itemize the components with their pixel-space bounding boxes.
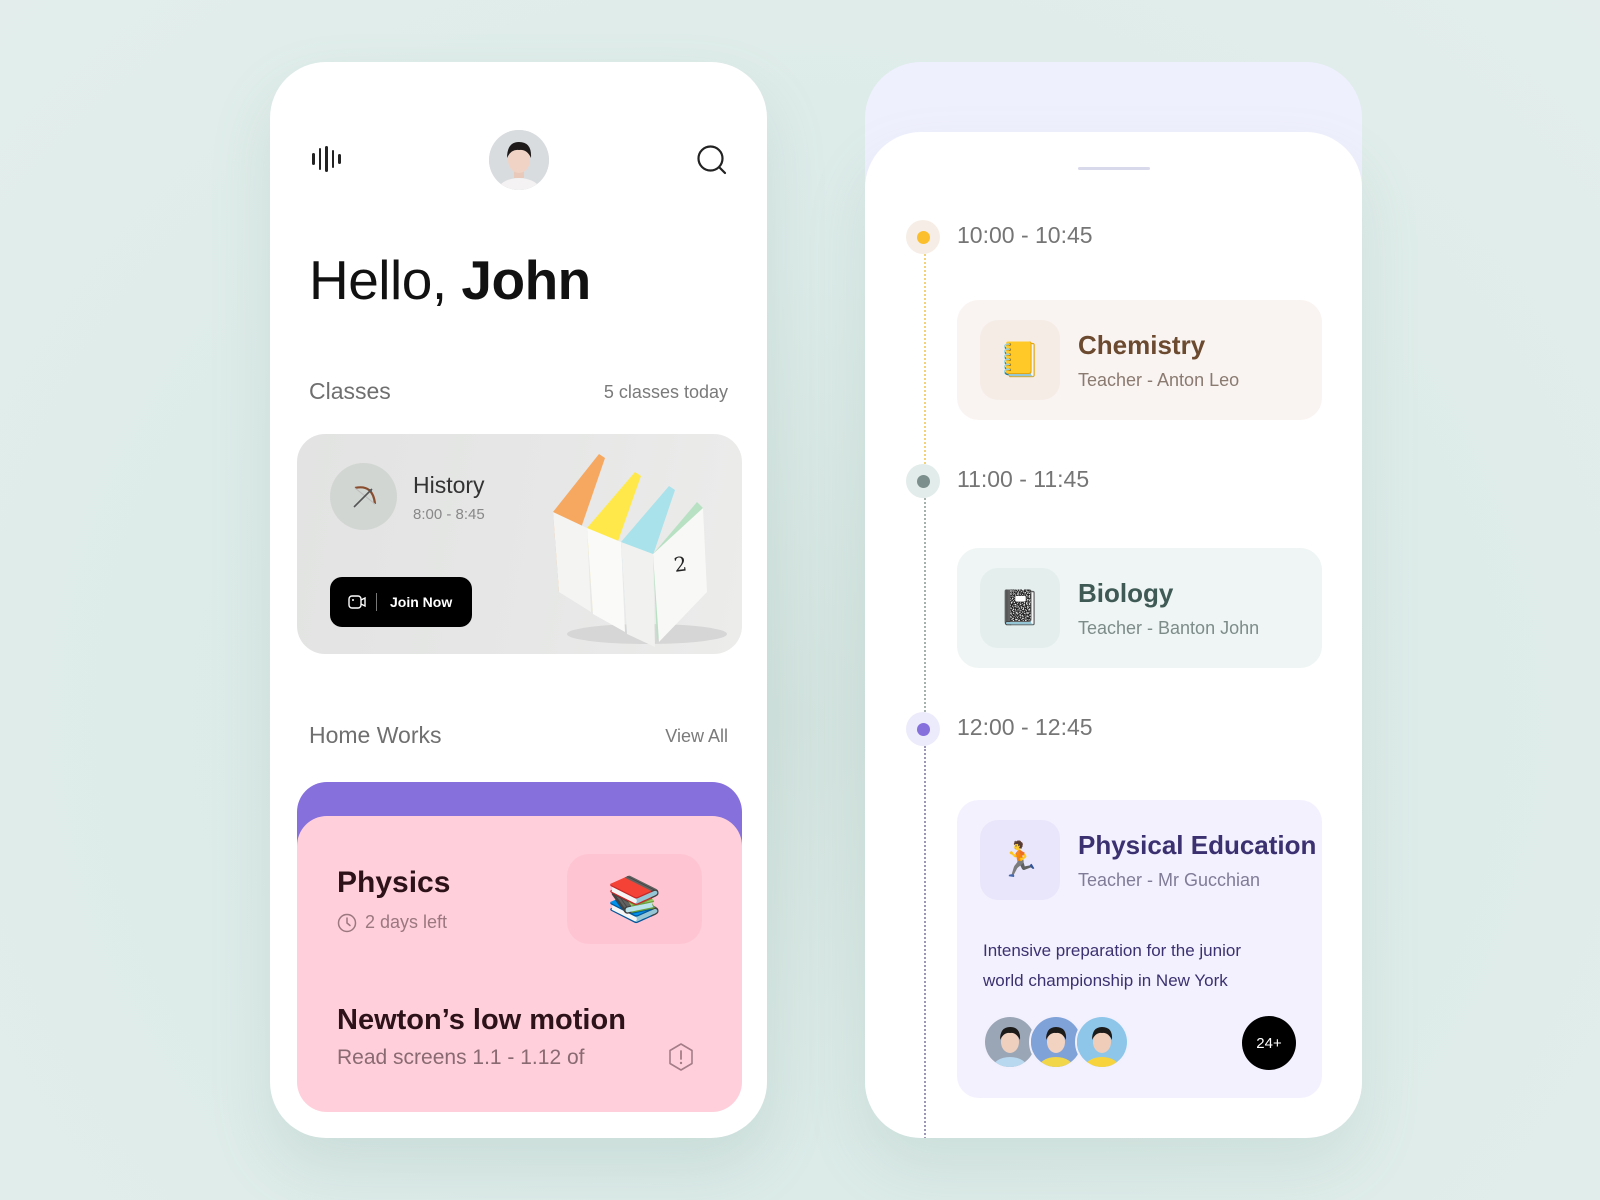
- schedule-teacher: Teacher - Anton Leo: [1078, 370, 1240, 390]
- schedule-subject: Physical Education: [1078, 830, 1317, 860]
- classes-section-title: Classes: [309, 378, 391, 404]
- user-name: John: [461, 249, 591, 311]
- person-portrait-icon: [1031, 1017, 1081, 1067]
- class-time: 8:00 - 8:45: [413, 506, 485, 523]
- runner-icon: 🏃: [980, 820, 1060, 900]
- schedule-subject: Chemistry: [1078, 330, 1206, 360]
- homework-task-description: Read screens 1.1 - 1.12 of: [337, 1046, 585, 1069]
- class-name: History: [413, 472, 485, 498]
- timeline-dot-chemistry: [906, 220, 940, 254]
- timeline-connector: [924, 746, 926, 1138]
- bow-and-arrow-icon: [352, 485, 376, 508]
- avatar-portrait-icon: [489, 130, 549, 190]
- search-icon[interactable]: [696, 144, 728, 176]
- schedule-time: 12:00 - 12:45: [957, 714, 1093, 740]
- participants-avatars[interactable]: [983, 1015, 1129, 1069]
- timeline-connector: [924, 498, 926, 728]
- current-class-card[interactable]: History 8:00 - 8:45 Join Now 2: [297, 434, 742, 654]
- person-portrait-icon: [985, 1017, 1035, 1067]
- schedule-time: 10:00 - 10:45: [957, 222, 1093, 248]
- join-now-button[interactable]: Join Now: [330, 577, 472, 627]
- schedule-sheet: 10:00 - 10:45 📒 Chemistry Teacher - Anto…: [865, 132, 1362, 1138]
- classes-count: 5 classes today: [603, 382, 728, 402]
- person-portrait-icon: [1077, 1017, 1127, 1067]
- composition-notebook-icon: 📓: [980, 568, 1060, 648]
- homework-subject: Physics: [337, 866, 451, 899]
- timeline-dot-biology: [906, 464, 940, 498]
- books-icon: 📚: [567, 854, 702, 944]
- sheet-drag-handle[interactable]: [1078, 167, 1150, 170]
- schedule-description: Intensive preparation for the junior wor…: [983, 941, 1241, 990]
- button-divider: [376, 593, 377, 611]
- schedule-time: 11:00 - 11:45: [957, 466, 1090, 492]
- alert-hexagon-icon[interactable]: [667, 1042, 695, 1072]
- user-avatar[interactable]: [489, 130, 549, 190]
- homework-due: 2 days left: [337, 912, 447, 933]
- homework-task-title: Newton’s low motion: [337, 1004, 626, 1036]
- notebook-yellow-icon: 📒: [980, 320, 1060, 400]
- schedule-teacher: Teacher - Mr Gucchian: [1078, 870, 1261, 890]
- greeting-heading: Hello, John: [309, 248, 591, 312]
- video-camera-icon: [348, 595, 366, 609]
- folded-books-illustration: 2: [553, 454, 727, 647]
- schedule-card-biology[interactable]: 📓 Biology Teacher - Banton John: [957, 548, 1322, 668]
- join-now-label: Join Now: [390, 594, 453, 610]
- menu-icon[interactable]: [312, 146, 342, 172]
- timeline-connector: [924, 254, 926, 480]
- view-all-link[interactable]: View All: [665, 726, 728, 747]
- timeline-dot-physical-education: [906, 712, 940, 746]
- homework-section-title: Home Works: [309, 722, 442, 748]
- greeting-prefix: Hello,: [309, 249, 447, 311]
- clock-icon: [337, 913, 357, 932]
- schedule-card-physical-education[interactable]: 🏃 Physical Education Teacher - Mr Gucchi…: [957, 800, 1322, 1098]
- schedule-teacher: Teacher - Banton John: [1078, 618, 1260, 638]
- days-left-text: 2 days left: [365, 912, 448, 932]
- homework-card[interactable]: Physics 2 days left 📚 Newton’s low motio…: [297, 816, 742, 1112]
- schedule-card-chemistry[interactable]: 📒 Chemistry Teacher - Anton Leo: [957, 300, 1322, 420]
- home-screen: Hello, John Classes 5 classes today Hist…: [270, 62, 767, 1138]
- class-icon-badge: [330, 463, 397, 530]
- participant-avatar: [1075, 1015, 1129, 1069]
- more-participants-badge[interactable]: 24+: [1242, 1016, 1296, 1070]
- schedule-subject: Biology: [1078, 578, 1174, 608]
